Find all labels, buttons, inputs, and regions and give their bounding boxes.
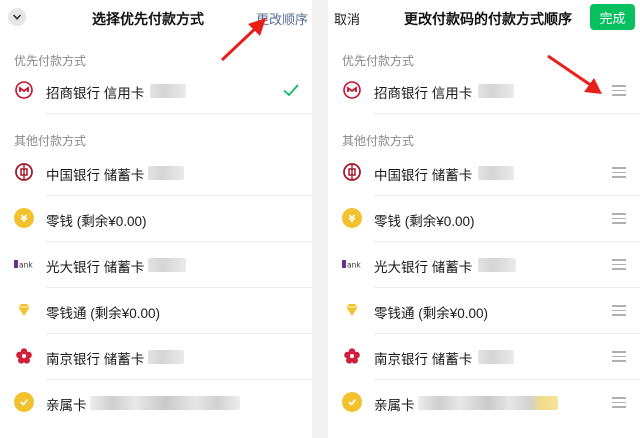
- change-coin-icon: ¥: [342, 208, 362, 228]
- other-section-label: 其他付款方式: [14, 134, 87, 148]
- payment-label: 中国银行 储蓄卡: [46, 168, 145, 183]
- payment-row-lingqiantong[interactable]: 零钱通 (剩余¥0.00): [328, 288, 640, 334]
- svg-text:ank: ank: [347, 261, 361, 270]
- njcb-bank-icon: [14, 346, 34, 366]
- payment-row-ceb[interactable]: ank 光大银行 储蓄卡: [328, 242, 640, 288]
- lingqiantong-icon: [14, 300, 34, 320]
- payment-label: 零钱 (剩余¥0.00): [374, 214, 475, 229]
- family-card-icon: [342, 392, 362, 412]
- redacted-card-number: [148, 166, 184, 180]
- annotation-arrow-icon: [547, 54, 602, 94]
- drag-handle-icon[interactable]: [612, 85, 626, 97]
- cmb-bank-icon: [342, 80, 362, 100]
- preferred-section-label: 优先付款方式: [342, 54, 415, 68]
- redacted-card-number: [478, 84, 514, 98]
- payment-row-boc[interactable]: 中国银行 储蓄卡: [0, 150, 312, 196]
- payment-label: 中国银行 储蓄卡: [374, 168, 473, 183]
- cmb-bank-icon: [14, 80, 34, 100]
- drag-handle-icon[interactable]: [612, 351, 626, 363]
- payment-label: 南京银行 储蓄卡: [374, 352, 473, 367]
- redacted-card-number: [478, 350, 514, 364]
- payment-label: 南京银行 储蓄卡: [46, 352, 145, 367]
- payment-label: 零钱通 (剩余¥0.00): [374, 306, 489, 321]
- family-card-icon: [14, 392, 34, 412]
- redacted-card-number: [150, 84, 186, 98]
- redacted-card-number: [148, 350, 184, 364]
- cancel-button[interactable]: 取消: [334, 9, 360, 28]
- payment-label: 零钱 (剩余¥0.00): [46, 214, 147, 229]
- payment-row-family-card[interactable]: 亲属卡: [328, 380, 640, 426]
- payment-row-njcb[interactable]: 南京银行 储蓄卡: [0, 334, 312, 380]
- drag-handle-icon[interactable]: [612, 305, 626, 317]
- select-priority-payment-panel: 选择优先付款方式 更改顺序 优先付款方式 招商银行 信用卡 其他付款方式 中国银…: [0, 0, 312, 438]
- drag-handle-icon[interactable]: [612, 167, 626, 179]
- payment-label: 亲属卡: [46, 398, 87, 413]
- preferred-section-label: 优先付款方式: [14, 54, 87, 68]
- drag-handle-icon[interactable]: [612, 213, 626, 225]
- payment-row-njcb[interactable]: 南京银行 储蓄卡: [328, 334, 640, 380]
- page-title: 选择优先付款方式: [92, 11, 204, 27]
- payment-row-change[interactable]: ¥ 零钱 (剩余¥0.00): [0, 196, 312, 242]
- payment-label: 光大银行 储蓄卡: [46, 260, 145, 275]
- payment-row-family-card[interactable]: 亲属卡: [0, 380, 312, 426]
- redacted-card-number: [148, 258, 186, 272]
- change-coin-icon: ¥: [14, 208, 34, 228]
- svg-text:¥: ¥: [349, 214, 356, 225]
- redacted-card-number: [90, 396, 240, 410]
- svg-text:ank: ank: [19, 261, 33, 270]
- payment-label: 亲属卡: [374, 398, 415, 413]
- ceb-bank-icon: ank: [342, 254, 362, 274]
- page-title: 更改付款码的付款方式顺序: [404, 11, 572, 27]
- payment-label: 招商银行 信用卡: [374, 86, 473, 101]
- svg-text:¥: ¥: [21, 214, 28, 225]
- redacted-card-number: [418, 396, 558, 410]
- payment-row-change[interactable]: ¥ 零钱 (剩余¥0.00): [328, 196, 640, 242]
- drag-handle-icon[interactable]: [612, 397, 626, 409]
- payment-row-lingqiantong[interactable]: 零钱通 (剩余¥0.00): [0, 288, 312, 334]
- check-icon: [283, 84, 299, 97]
- redacted-card-number: [478, 258, 516, 272]
- chevron-down-icon: [12, 14, 22, 20]
- boc-bank-icon: [342, 162, 362, 182]
- collapse-button[interactable]: [8, 8, 26, 26]
- preferred-payment-row[interactable]: 招商银行 信用卡: [0, 68, 312, 114]
- payment-row-boc[interactable]: 中国银行 储蓄卡: [328, 150, 640, 196]
- annotation-arrow-icon: [220, 18, 266, 62]
- payment-label: 招商银行 信用卡: [46, 86, 145, 101]
- njcb-bank-icon: [342, 346, 362, 366]
- drag-handle-icon[interactable]: [612, 259, 626, 271]
- done-button[interactable]: 完成: [590, 4, 635, 30]
- divider: [46, 113, 312, 114]
- payment-label: 零钱通 (剩余¥0.00): [46, 306, 161, 321]
- boc-bank-icon: [14, 162, 34, 182]
- divider: [374, 113, 640, 114]
- header: 取消 更改付款码的付款方式顺序 完成: [328, 0, 640, 36]
- lingqiantong-icon: [342, 300, 362, 320]
- ceb-bank-icon: ank: [14, 254, 34, 274]
- other-section-label: 其他付款方式: [342, 134, 415, 148]
- payment-label: 光大银行 储蓄卡: [374, 260, 473, 275]
- payment-row-ceb[interactable]: ank 光大银行 储蓄卡: [0, 242, 312, 288]
- redacted-card-number: [478, 166, 514, 180]
